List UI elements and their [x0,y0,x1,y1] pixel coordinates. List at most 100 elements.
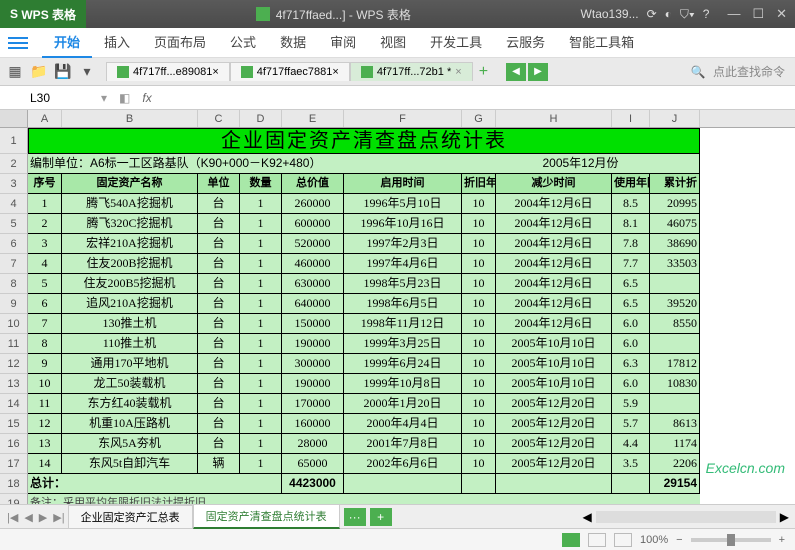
cell[interactable]: 台 [198,214,240,234]
cell[interactable]: 2004年12月6日 [496,274,612,294]
cell[interactable]: 2005年12月份 [462,154,700,174]
col-E[interactable]: E [282,110,344,127]
zoom-out-icon[interactable]: − [676,534,682,546]
cell[interactable]: 使用年限 [612,174,650,194]
hscroll-left-icon[interactable]: ◀ [583,510,592,524]
row-header[interactable]: 8 [0,274,28,294]
cell[interactable]: 台 [198,374,240,394]
close-icon[interactable]: × [455,66,461,78]
cell[interactable]: 住友200B5挖掘机 [62,274,198,294]
cell[interactable]: 2005年10月10日 [496,334,612,354]
cell[interactable]: 20995 [650,194,700,214]
command-search[interactable]: 🔍 点此查找命令 [691,63,795,80]
cell[interactable]: 10 [462,394,496,414]
cell[interactable]: 1 [240,254,282,274]
cell[interactable]: 38690 [650,234,700,254]
cell[interactable]: 2005年10月10日 [496,374,612,394]
col-C[interactable]: C [198,110,240,127]
row-header[interactable]: 18 [0,474,28,494]
cell[interactable]: 5.9 [612,394,650,414]
cell[interactable]: 2004年12月6日 [496,214,612,234]
cell[interactable]: 1999年6月24日 [344,354,462,374]
cell[interactable]: 住友200B挖掘机 [62,254,198,274]
cell[interactable]: 累计折 [650,174,700,194]
sheet-first-icon[interactable]: |◀ [4,512,21,524]
cell[interactable]: 6.5 [612,294,650,314]
sheet-tab-1[interactable]: 企业固定资产汇总表 [68,505,193,529]
cell[interactable]: 10 [462,314,496,334]
cell[interactable]: 龙工50装载机 [62,374,198,394]
cell[interactable]: 2005年12月20日 [496,434,612,454]
cell[interactable]: 单位 [198,174,240,194]
sync-icon[interactable]: ⟳ [647,7,657,21]
cell[interactable]: 辆 [198,454,240,474]
maximize-button[interactable]: ☐ [752,6,764,22]
view-page-icon[interactable] [588,533,606,547]
cell[interactable]: 6 [28,294,62,314]
doc-tab-3[interactable]: 4f717ff...72b1 *× [350,62,473,81]
cell[interactable] [650,274,700,294]
cell[interactable]: 4423000 [282,474,344,494]
cell[interactable]: 1998年5月23日 [344,274,462,294]
sheet-next-icon[interactable]: ▶ [36,512,50,524]
cell[interactable]: 150000 [282,314,344,334]
minimize-button[interactable]: — [727,6,740,22]
cell[interactable]: 190000 [282,374,344,394]
cell[interactable]: 折旧年限 [462,174,496,194]
row-header[interactable]: 17 [0,454,28,474]
col-G[interactable]: G [462,110,496,127]
cell[interactable]: 东风5A夯机 [62,434,198,454]
close-button[interactable]: ✕ [776,6,787,22]
row-header[interactable]: 1 [0,128,28,154]
cell[interactable]: 1 [240,214,282,234]
cell[interactable]: 6.5 [612,274,650,294]
h-scrollbar[interactable] [596,511,776,523]
doc-tab-1[interactable]: 4f717ff...e89081× [106,62,230,81]
cell[interactable]: 台 [198,354,240,374]
cell[interactable]: 腾飞320C挖掘机 [62,214,198,234]
col-B[interactable]: B [62,110,198,127]
cell[interactable]: 宏祥210A挖掘机 [62,234,198,254]
row-header[interactable]: 16 [0,434,28,454]
cell[interactable]: 台 [198,414,240,434]
cell[interactable]: 7.8 [612,234,650,254]
tab-layout[interactable]: 页面布局 [142,28,218,58]
cell[interactable]: 1998年6月5日 [344,294,462,314]
cell[interactable]: 28000 [282,434,344,454]
help-icon[interactable]: ? [703,7,710,21]
cell-reference[interactable]: L30 [0,91,95,105]
cell[interactable]: 1174 [650,434,700,454]
theme-icon[interactable]: ◐ [665,7,672,21]
doc-tab-2[interactable]: 4f717ffaec7881× [230,62,350,81]
col-F[interactable]: F [344,110,462,127]
cell[interactable]: 11 [28,394,62,414]
cell[interactable]: 630000 [282,274,344,294]
cell[interactable]: 2000年1月20日 [344,394,462,414]
cell[interactable]: 1997年2月3日 [344,234,462,254]
cell[interactable]: 8.5 [612,194,650,214]
cell[interactable]: 2005年10月10日 [496,354,612,374]
cell[interactable]: 追风210A挖掘机 [62,294,198,314]
cell[interactable]: 台 [198,314,240,334]
cell[interactable]: 2206 [650,454,700,474]
tab-review[interactable]: 审阅 [318,28,368,58]
tab-formula[interactable]: 公式 [218,28,268,58]
open-icon[interactable]: 📁 [30,63,48,81]
cell[interactable]: 台 [198,194,240,214]
cell[interactable]: 29154 [650,474,700,494]
cell[interactable]: 2 [28,214,62,234]
cell[interactable]: 1 [240,454,282,474]
cell[interactable]: 数量 [240,174,282,194]
qat-dd[interactable]: ▾ [78,63,96,81]
cell[interactable]: 10 [462,274,496,294]
row-header[interactable]: 5 [0,214,28,234]
tab-view[interactable]: 视图 [368,28,418,58]
cell[interactable]: 1996年10月16日 [344,214,462,234]
row-header[interactable]: 11 [0,334,28,354]
view-break-icon[interactable] [614,533,632,547]
cell[interactable]: 2005年12月20日 [496,454,612,474]
cell[interactable]: 600000 [282,214,344,234]
cell[interactable]: 10830 [650,374,700,394]
cell[interactable]: 7.7 [612,254,650,274]
cell[interactable]: 台 [198,434,240,454]
